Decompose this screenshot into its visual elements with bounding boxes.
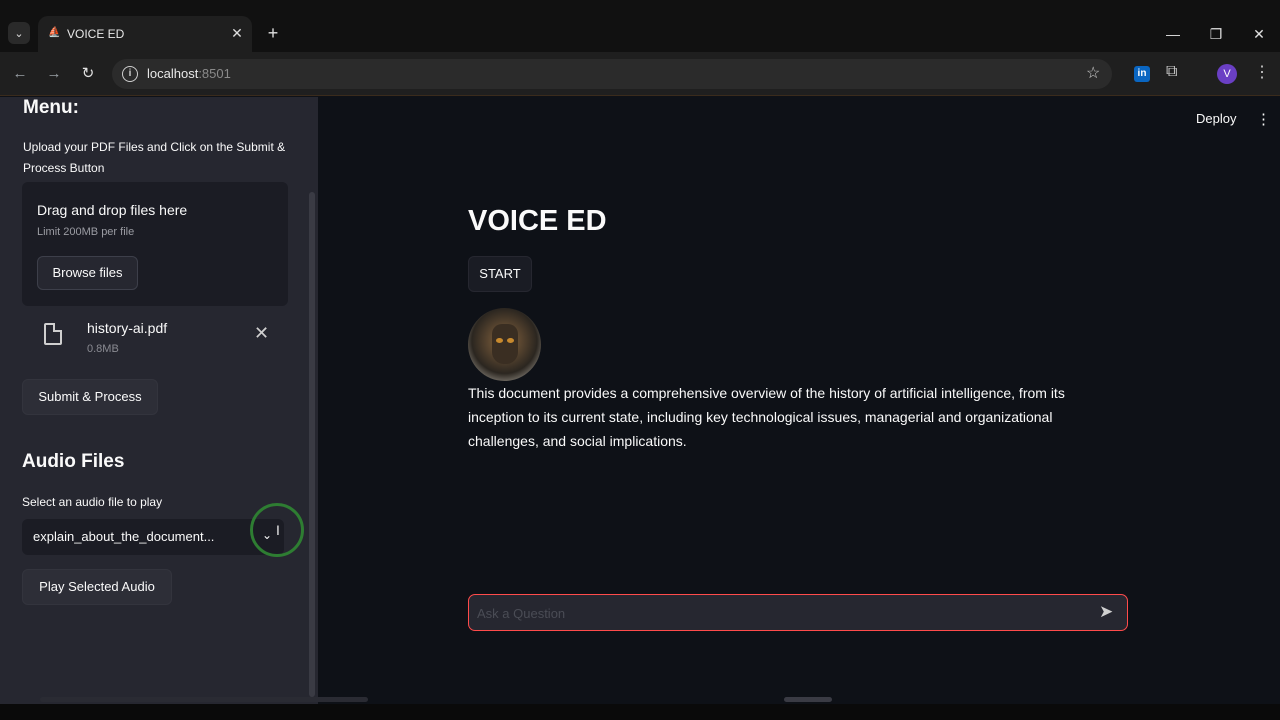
chat-input-box[interactable]: ➤ xyxy=(468,594,1128,631)
browser-tab[interactable]: ⛵ VOICE ED ✕ xyxy=(38,16,252,52)
sidebar-heading: Menu: xyxy=(23,97,79,118)
document-summary: This document provides a comprehensive o… xyxy=(468,385,1065,449)
horizontal-scrollbar[interactable] xyxy=(40,697,368,702)
browser-menu-icon[interactable]: ⋮ xyxy=(1254,62,1270,82)
main-menu-icon[interactable]: ⋮ xyxy=(1256,110,1271,128)
audio-files-heading: Audio Files xyxy=(22,451,125,472)
file-size: 0.8MB xyxy=(87,343,119,355)
tab-search-chevron-icon[interactable]: ⌄ xyxy=(8,22,30,44)
question-input[interactable] xyxy=(477,601,1077,625)
url-port: :8501 xyxy=(198,66,231,81)
browser-tab-bar: ⌄ ⛵ VOICE ED ✕ + — ❐ ✕ xyxy=(0,0,1280,52)
dropzone-limit: Limit 200MB per file xyxy=(37,226,135,238)
new-tab-icon[interactable]: + xyxy=(264,24,282,42)
start-button[interactable]: START xyxy=(468,256,532,292)
dropzone-title: Drag and drop files here xyxy=(37,202,188,218)
deploy-button[interactable]: Deploy xyxy=(1196,111,1236,126)
tab-title: VOICE ED xyxy=(67,27,125,41)
avatar-eye xyxy=(507,338,514,343)
remove-file-icon[interactable]: ✕ xyxy=(254,323,269,344)
avatar-eye xyxy=(496,338,503,343)
sidebar-description: Upload your PDF Files and Click on the S… xyxy=(23,140,286,175)
audio-file-select[interactable]: explain_about_the_document... ⌄ xyxy=(22,519,284,555)
browse-files-button[interactable]: Browse files xyxy=(37,256,138,290)
audio-select-value: explain_about_the_document... xyxy=(33,529,215,544)
forward-icon[interactable]: → xyxy=(44,64,64,84)
url-text: localhost:8501 xyxy=(147,66,231,81)
audio-select-label: Select an audio file to play xyxy=(22,495,163,509)
file-name: history-ai.pdf xyxy=(87,320,168,336)
streamlit-favicon-icon: ⛵ xyxy=(48,27,61,38)
file-dropzone[interactable]: Drag and drop files here Limit 200MB per… xyxy=(22,182,288,306)
taskbar xyxy=(0,704,1280,720)
tab-close-icon[interactable]: ✕ xyxy=(228,24,246,42)
minimize-icon[interactable]: — xyxy=(1163,24,1183,44)
restore-icon[interactable]: ❐ xyxy=(1206,24,1226,44)
text-cursor-icon: I xyxy=(276,522,280,538)
linkedin-extension-icon[interactable]: in xyxy=(1134,66,1150,82)
sidebar-scrollbar[interactable] xyxy=(309,192,315,697)
assistant-avatar xyxy=(468,308,541,381)
site-info-icon[interactable]: i xyxy=(122,66,138,82)
play-audio-button[interactable]: Play Selected Audio xyxy=(22,569,172,605)
page-title: VOICE ED xyxy=(468,205,607,237)
reload-icon[interactable]: ↻ xyxy=(78,64,98,84)
back-icon[interactable]: ← xyxy=(10,64,30,84)
submit-process-button[interactable]: Submit & Process xyxy=(22,379,158,415)
url-host: localhost xyxy=(147,66,199,81)
profile-avatar[interactable]: V xyxy=(1217,64,1237,84)
window-close-icon[interactable]: ✕ xyxy=(1249,24,1269,44)
bookmark-star-icon[interactable]: ☆ xyxy=(1086,63,1100,83)
file-icon xyxy=(44,323,62,345)
extensions-puzzle-icon[interactable]: ⧉ xyxy=(1166,63,1177,81)
send-icon[interactable]: ➤ xyxy=(1099,602,1113,622)
sidebar: Menu: Upload your PDF Files and Click on… xyxy=(0,97,318,720)
address-bar[interactable]: i localhost:8501 xyxy=(112,59,1112,89)
avatar-face xyxy=(492,324,518,364)
uploaded-file-item: history-ai.pdf 0.8MB ✕ xyxy=(22,309,288,365)
horizontal-scrollbar-thumb[interactable] xyxy=(784,697,832,702)
